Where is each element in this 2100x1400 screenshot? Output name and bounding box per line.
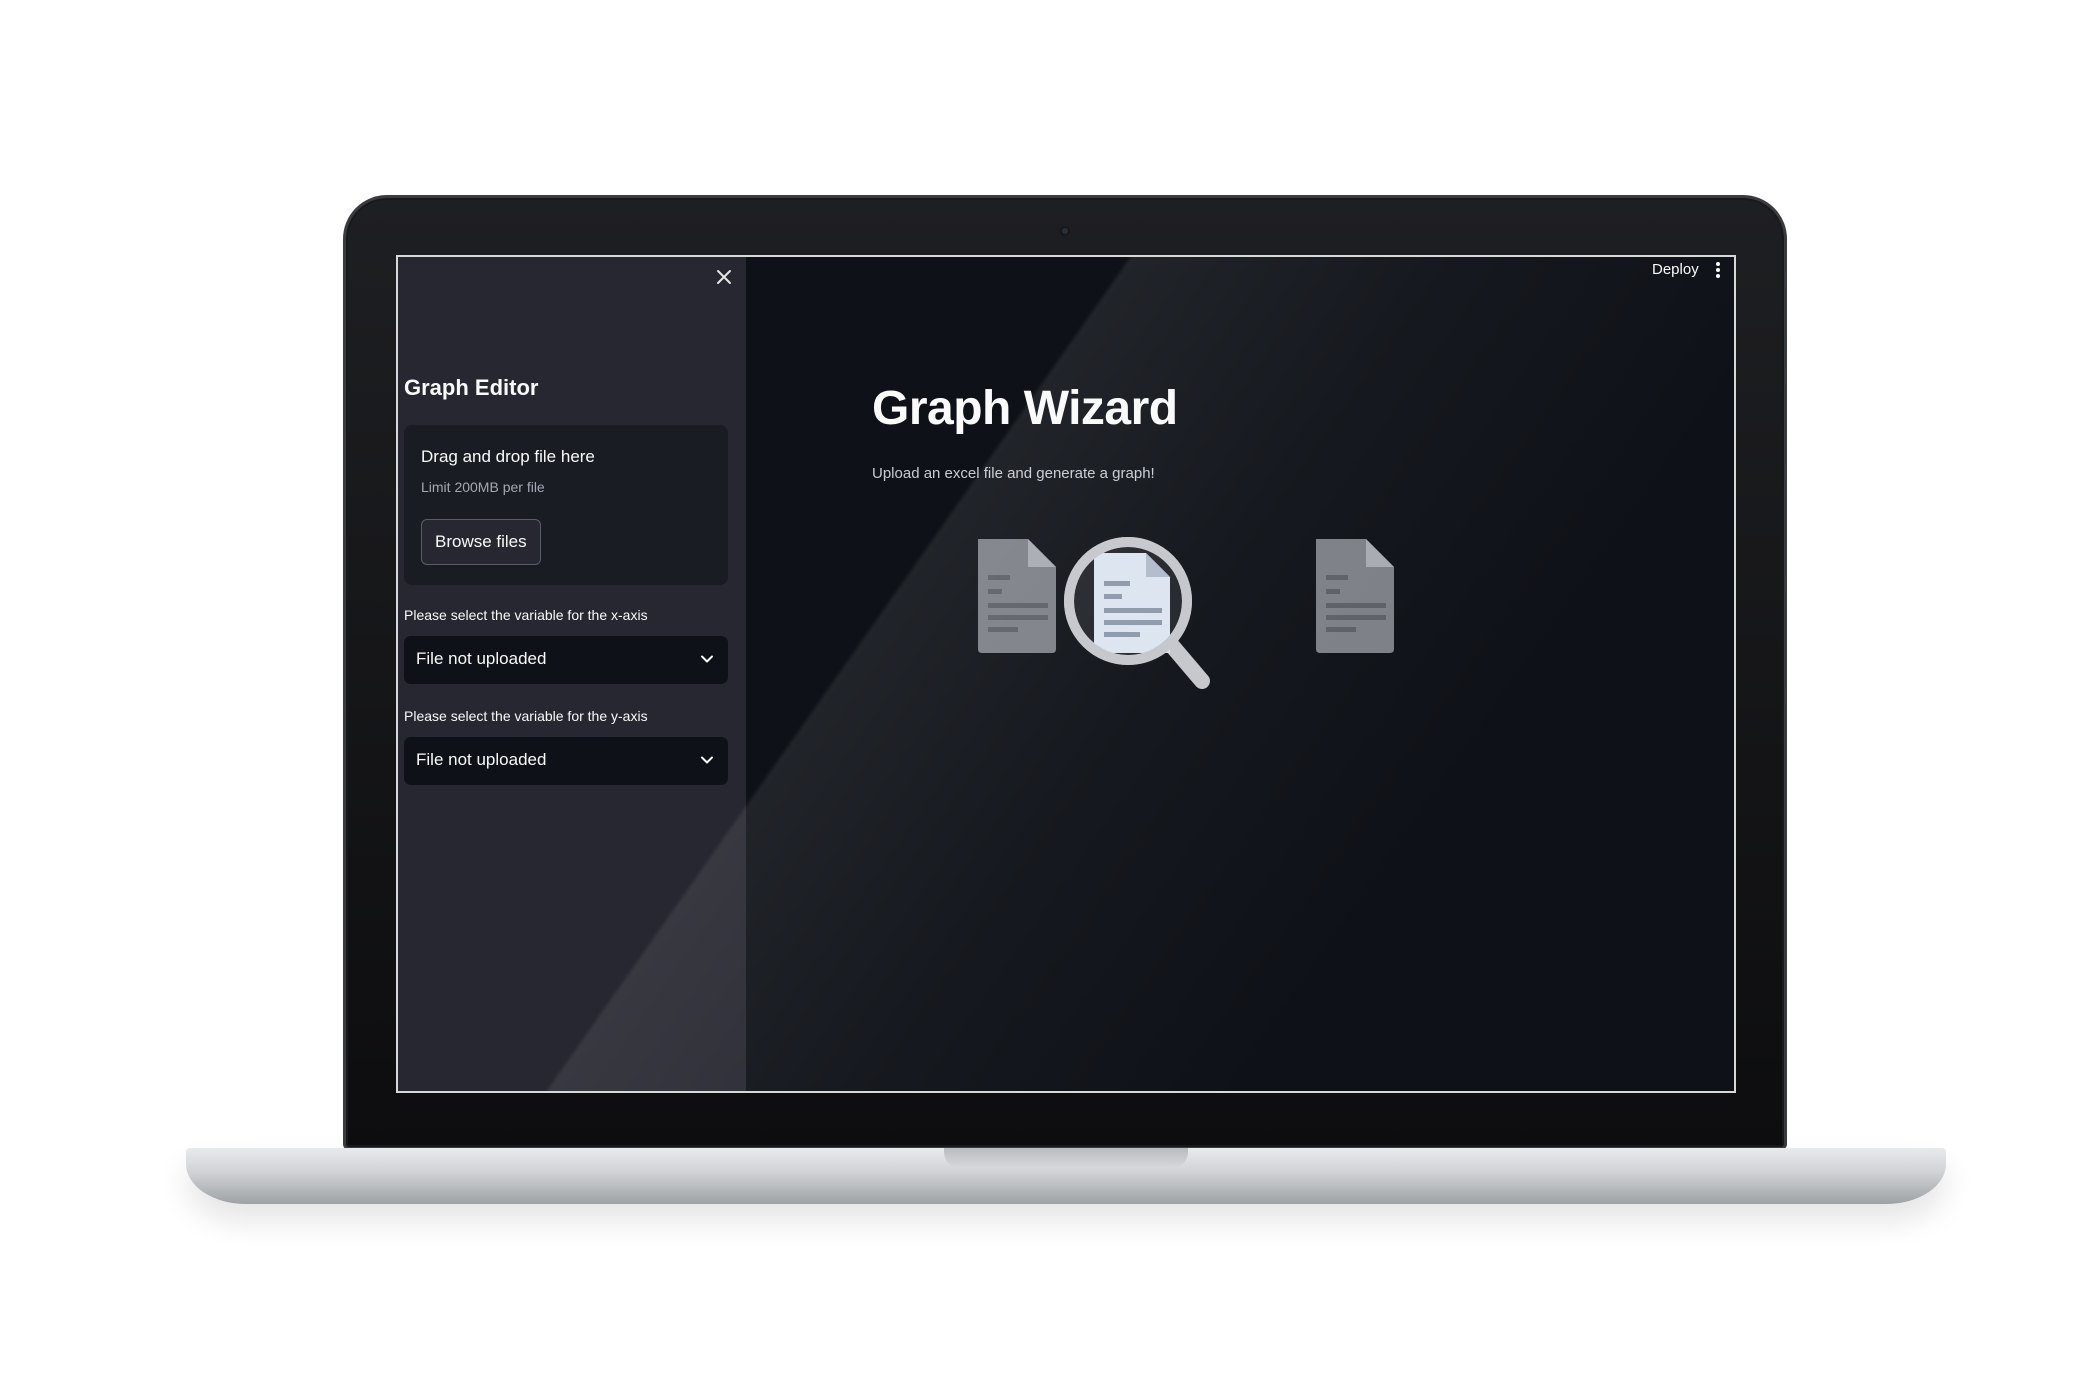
x-axis-label: Please select the variable for the x-axi… (404, 607, 648, 623)
page-title: Graph Wizard (872, 382, 1178, 435)
sidebar-title: Graph Editor (404, 375, 539, 400)
page-subtitle: Upload an excel file and generate a grap… (872, 465, 1155, 482)
magnifier-document-icon (1064, 537, 1210, 689)
more-vertical-icon[interactable] (1712, 259, 1724, 281)
y-axis-select[interactable]: File not uploaded (404, 737, 728, 785)
x-axis-selected-value: File not uploaded (416, 649, 547, 668)
y-axis-label: Please select the variable for the y-axi… (404, 708, 648, 724)
close-icon (717, 270, 731, 284)
close-sidebar-button[interactable] (712, 265, 736, 289)
sidebar: Graph Editor Drag and drop file here Lim… (398, 257, 746, 1091)
y-axis-selected-value: File not uploaded (416, 750, 547, 769)
chevron-down-icon (701, 756, 713, 764)
deploy-button[interactable]: Deploy (1652, 257, 1699, 283)
file-size-limit: Limit 200MB per file (421, 479, 545, 495)
webcam (1060, 226, 1070, 236)
chevron-down-icon (701, 655, 713, 663)
file-uploader-dropzone[interactable]: Drag and drop file here Limit 200MB per … (404, 425, 728, 585)
browse-files-button[interactable]: Browse files (421, 519, 541, 565)
document-icon (978, 539, 1056, 653)
dropzone-instructions: Drag and drop file here (421, 447, 595, 466)
app-screen: Graph Editor Drag and drop file here Lim… (396, 255, 1736, 1093)
laptop-lid-notch (944, 1148, 1188, 1168)
document-search-illustration (978, 537, 1394, 689)
x-axis-select[interactable]: File not uploaded (404, 636, 728, 684)
document-icon (1316, 539, 1394, 653)
